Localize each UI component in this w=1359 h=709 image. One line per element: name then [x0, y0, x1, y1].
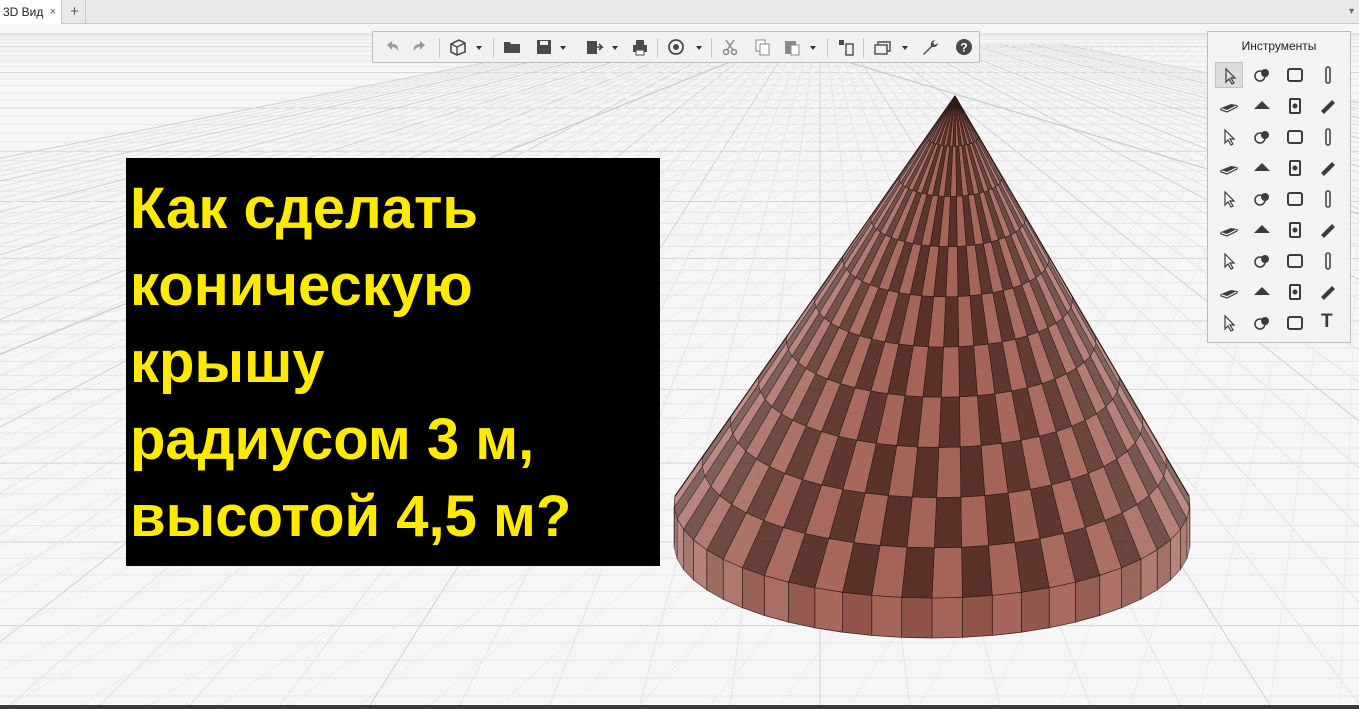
title-overlay: Как сделать коническую крышу радиусом 3 … — [126, 158, 660, 566]
plumbing-icon[interactable] — [1215, 186, 1243, 212]
kitchen-icon[interactable] — [1281, 186, 1309, 212]
rotate-view-icon[interactable] — [665, 36, 687, 58]
beam-icon[interactable] — [1314, 93, 1342, 119]
save-icon[interactable] — [533, 36, 555, 58]
floor-slab-icon[interactable] — [1248, 93, 1276, 119]
3d-object-icon[interactable] — [447, 36, 469, 58]
column-icon[interactable] — [1314, 62, 1342, 88]
panel-icon[interactable] — [1215, 279, 1243, 305]
dropdown-arrow-icon[interactable] — [901, 41, 909, 53]
tab-menu-chevron-icon[interactable]: ▾ — [1349, 0, 1354, 24]
cut-icon[interactable] — [719, 36, 741, 58]
toolbar-separator — [657, 38, 658, 58]
overlay-line: радиусом 3 м, — [130, 407, 535, 472]
dropdown-arrow-icon[interactable] — [695, 41, 703, 53]
copy-icon[interactable] — [751, 36, 773, 58]
print-icon[interactable] — [629, 36, 651, 58]
tab-close-icon[interactable]: × — [50, 0, 56, 24]
door-icon[interactable] — [1281, 124, 1309, 150]
overlay-line: коническую — [130, 253, 473, 318]
open-folder-icon[interactable] — [501, 36, 523, 58]
socket-icon[interactable] — [1314, 279, 1342, 305]
cabinet-icon[interactable] — [1314, 248, 1342, 274]
toolbar-separator — [863, 38, 864, 58]
stairs-icon[interactable] — [1281, 155, 1309, 181]
text-tool-label: T — [1321, 311, 1333, 332]
railing-icon[interactable] — [1314, 155, 1342, 181]
washer-icon[interactable] — [1248, 186, 1276, 212]
add-tab-button[interactable]: + — [64, 0, 86, 24]
heater-icon[interactable] — [1248, 217, 1276, 243]
dimension-icon[interactable] — [1215, 310, 1243, 336]
line-icon[interactable] — [1248, 155, 1276, 181]
dropdown-arrow-icon[interactable] — [559, 41, 567, 53]
electric-icon[interactable] — [1281, 248, 1309, 274]
tab-bar: 3D Вид × + ▾ — [0, 0, 1359, 24]
overlay-line: высотой 4,5 м? — [130, 484, 572, 549]
room-icon[interactable] — [1281, 62, 1309, 88]
shapes-icon[interactable] — [1248, 62, 1276, 88]
pipe-icon[interactable] — [1314, 186, 1342, 212]
toolbar-separator — [439, 38, 440, 58]
toolbar-separator — [493, 38, 494, 58]
tools-panel-title: Инструменты — [1241, 39, 1317, 53]
fan-icon[interactable] — [1281, 217, 1309, 243]
tab-3d-view[interactable]: 3D Вид × — [0, 0, 62, 24]
toolbar-separator — [827, 38, 828, 58]
dropdown-arrow-icon[interactable] — [809, 41, 817, 53]
settings-wrench-icon[interactable] — [919, 36, 941, 58]
dropdown-arrow-icon[interactable] — [611, 41, 619, 53]
redo-icon[interactable] — [409, 36, 431, 58]
overlay-line: Как сделать — [130, 176, 478, 241]
window-icon[interactable] — [1314, 124, 1342, 150]
overlay-line: крышу — [130, 330, 325, 395]
wall-icon[interactable] — [1215, 93, 1243, 119]
main-toolbar: ? — [372, 31, 980, 63]
camera-icon[interactable] — [1281, 279, 1309, 305]
tab-label: 3D Вид — [3, 5, 44, 19]
gem-icon[interactable] — [1248, 279, 1276, 305]
help-icon[interactable]: ? — [953, 36, 975, 58]
layers-icon[interactable] — [871, 36, 893, 58]
curve-icon[interactable] — [1248, 310, 1276, 336]
undo-icon[interactable] — [381, 36, 403, 58]
paste-icon[interactable] — [781, 36, 803, 58]
gas-icon[interactable] — [1215, 248, 1243, 274]
water-icon[interactable] — [1215, 217, 1243, 243]
roof-icon[interactable] — [1281, 93, 1309, 119]
status-strip — [0, 705, 1359, 709]
select-arrow-icon[interactable] — [1215, 62, 1243, 88]
hatch-icon[interactable] — [1281, 310, 1309, 336]
ceiling-icon[interactable] — [1248, 124, 1276, 150]
fence-icon[interactable] — [1215, 155, 1243, 181]
tools-panel: Инструменты T — [1207, 31, 1351, 343]
svg-text:?: ? — [960, 41, 967, 55]
duct-icon[interactable] — [1314, 217, 1342, 243]
text-tool-icon[interactable]: T — [1314, 310, 1342, 336]
layout-icon[interactable] — [835, 36, 857, 58]
dropdown-arrow-icon[interactable] — [475, 41, 483, 53]
export-icon[interactable] — [583, 36, 605, 58]
toolbar-separator — [711, 38, 712, 58]
shingles-icon[interactable] — [1215, 124, 1243, 150]
lighting-icon[interactable] — [1248, 248, 1276, 274]
